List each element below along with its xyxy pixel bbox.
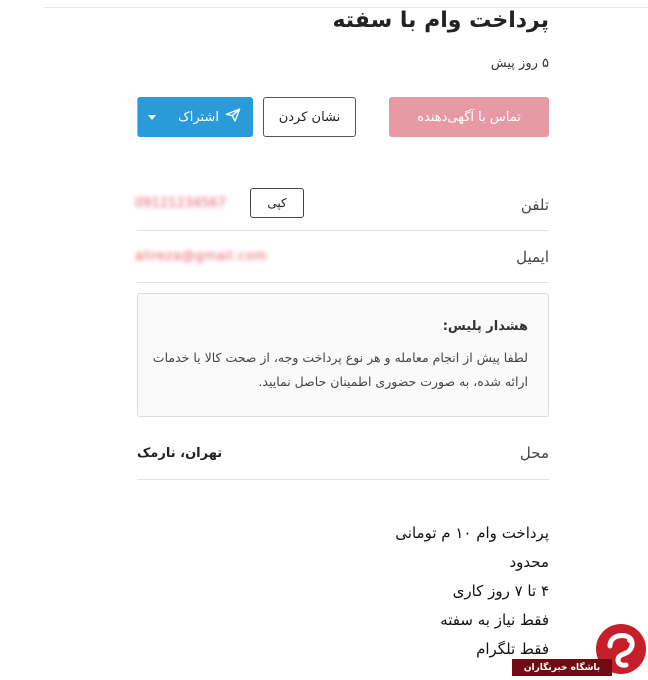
- phone-label: تلفن: [520, 196, 549, 214]
- chevron-down-icon: [148, 114, 156, 120]
- email-address: alireza@gmail.com: [135, 249, 268, 264]
- row-divider: [137, 479, 549, 480]
- ad-title: پرداخت وام با سفته: [332, 8, 549, 33]
- posted-time: ۵ روز پیش: [490, 56, 549, 71]
- location-label: محل: [519, 444, 549, 462]
- copy-phone-button[interactable]: کپی: [250, 188, 304, 218]
- description-line: ۴ تا ۷ روز کاری: [452, 582, 549, 600]
- warning-body: لطفا پیش از انجام معامله و هر نوع پرداخت…: [152, 350, 528, 389]
- share-button-group: اشتراک: [137, 97, 253, 137]
- phone-number: 09121234567: [135, 196, 226, 211]
- ad-detail-page: پرداخت وام با سفته ۵ روز پیش تماس با آگه…: [0, 0, 648, 680]
- email-label: ایمیل: [516, 248, 549, 266]
- warning-title: هشدار پلیس:: [442, 319, 528, 334]
- row-divider: [137, 282, 549, 283]
- news-agency-watermark: باشگاه خبرنگاران: [512, 622, 648, 680]
- watermark-text: باشگاه خبرنگاران: [512, 659, 612, 676]
- share-label: اشتراک: [178, 109, 219, 125]
- description-line: پرداخت وام ۱۰ م تومانی: [395, 524, 549, 542]
- description-line: محدود: [509, 553, 549, 571]
- share-dropdown-toggle[interactable]: [137, 97, 166, 137]
- share-button[interactable]: اشتراک: [166, 97, 253, 137]
- bookmark-button[interactable]: نشان کردن: [263, 97, 356, 137]
- contact-advertiser-button[interactable]: تماس با آگهی‌دهنده: [389, 97, 549, 137]
- police-warning-box: هشدار پلیس: لطفا پیش از انجام معامله و ه…: [137, 293, 549, 417]
- row-divider: [137, 230, 549, 231]
- paper-plane-icon: [225, 107, 241, 127]
- location-value: تهران، نارمک: [137, 446, 223, 461]
